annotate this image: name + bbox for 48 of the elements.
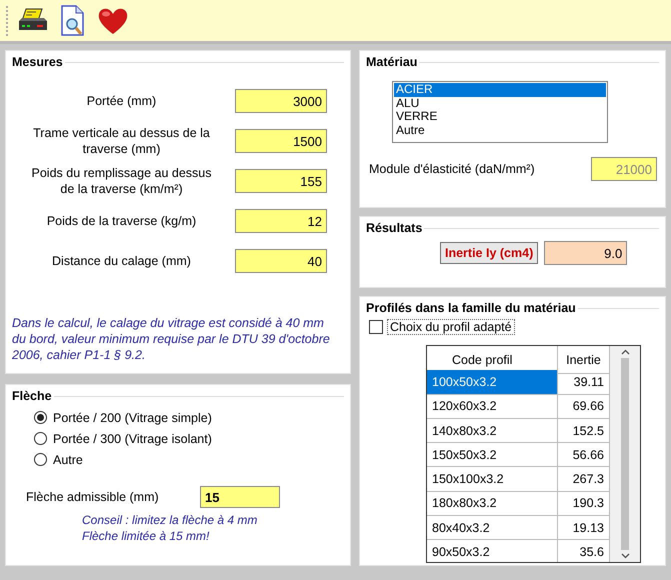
input-field[interactable]: 40 [235, 249, 327, 273]
field-label: Portée (mm) [86, 93, 158, 109]
list-item[interactable]: ALU [394, 96, 606, 110]
field-label: Module d'élasticité (daN/mm²) [369, 162, 536, 176]
result-field: 9.0 [544, 241, 628, 265]
table-cell[interactable]: 90x50x3.2 [427, 540, 558, 562]
scroll-down-icon[interactable] [620, 553, 630, 559]
field-label: Poids du remplissage au dessus de la traverse (km/m²) [30, 165, 212, 197]
table-cell[interactable]: 80x40x3.2 [427, 516, 558, 540]
group-title: Mesures [12, 55, 63, 69]
material-list[interactable]: ACIER ALU VERRE Autre [392, 81, 608, 143]
table-cell[interactable]: 140x80x3.2 [427, 418, 558, 444]
group-title: Flèche [12, 389, 52, 403]
list-item[interactable]: ACIER [394, 83, 606, 96]
field-label: Distance du calage (mm) [51, 253, 192, 269]
input-field[interactable]: 155 [235, 169, 327, 193]
scrollbar-thumb[interactable] [621, 358, 629, 550]
radio-option[interactable]: Portée / 300 (Vitrage isolant) [34, 430, 322, 447]
radio-option[interactable]: Autre [34, 451, 322, 468]
input-field[interactable]: 1500 [235, 129, 327, 153]
scrollbar[interactable] [610, 346, 640, 562]
info-note: Flèche limitée à 15 mm! [82, 528, 210, 544]
group-title: Matériau [366, 55, 418, 69]
group-title: Profilés dans la famille du matériau [366, 301, 576, 315]
table-cell[interactable]: 180x80x3.2 [427, 492, 558, 516]
field-label: Flèche admissible (mm) [26, 490, 160, 504]
field-label: Poids de la traverse (kg/m) [46, 213, 198, 229]
table-cell[interactable]: 100x50x3.2 [427, 370, 558, 395]
input-field[interactable]: 15 [200, 486, 280, 508]
radio-option[interactable]: Portée / 200 (Vitrage simple) [34, 409, 322, 426]
table-cell[interactable]: 150x50x3.2 [427, 443, 558, 468]
radio-button[interactable] [34, 432, 47, 445]
checkbox[interactable] [369, 320, 383, 334]
table-cell[interactable]: 120x60x3.2 [427, 394, 558, 419]
field-label: Trame verticale au dessus de la traverse (mm) [32, 125, 211, 157]
input-field[interactable]: 12 [235, 209, 327, 233]
input-field[interactable]: 3000 [235, 89, 327, 113]
radio-button[interactable] [34, 411, 47, 424]
info-note: Conseil : limitez la flèche à 4 mm [82, 512, 258, 528]
checkbox-label[interactable]: Choix du profil adapté [387, 319, 515, 335]
list-item[interactable]: Autre [394, 124, 606, 137]
info-note: Dans le calcul, le calage du vitrage est considé à 40 mm du bord, valeur minimum requise par le DTU 39 d'octobre 2006, cahier P1-1 § 9.2. [12, 315, 330, 363]
list-item[interactable]: VERRE [394, 110, 606, 124]
result-label: Inertie Iy (cm4) [440, 242, 538, 264]
radio-button[interactable] [34, 453, 47, 466]
group-title: Résultats [366, 221, 422, 235]
scroll-up-icon[interactable] [620, 349, 630, 355]
table-cell[interactable]: 150x100x3.2 [427, 467, 558, 492]
